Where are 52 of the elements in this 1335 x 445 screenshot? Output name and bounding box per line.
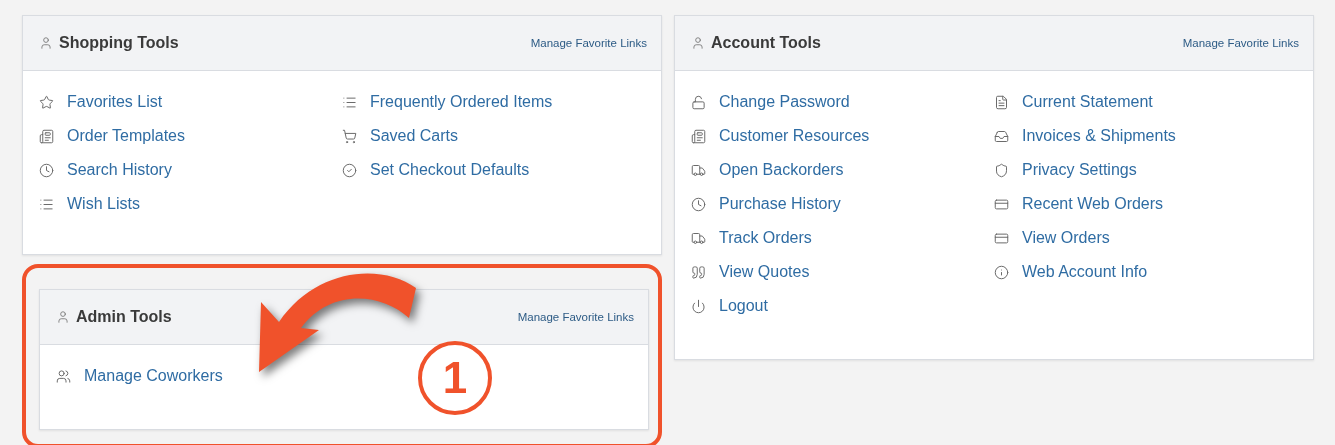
tool-link[interactable]: Manage Coworkers <box>84 367 223 385</box>
list-icon <box>39 196 54 212</box>
tool-link[interactable]: Change Password <box>719 93 850 111</box>
tool-link[interactable]: Logout <box>719 297 768 315</box>
user-icon <box>39 36 53 50</box>
tool-link[interactable]: View Quotes <box>719 263 810 281</box>
user-icon <box>56 310 70 324</box>
clock-icon <box>691 196 706 212</box>
document-icon <box>39 128 54 144</box>
tool-link[interactable]: Order Templates <box>67 127 185 145</box>
cart-icon <box>342 128 357 144</box>
manage-favorites-link[interactable]: Manage Favorite Links <box>1182 37 1299 49</box>
check-circle-icon <box>342 162 357 178</box>
document-icon <box>691 128 706 144</box>
panel-title: Shopping Tools <box>59 34 179 52</box>
tool-link[interactable]: Purchase History <box>719 195 841 213</box>
tool-link[interactable]: Saved Carts <box>370 127 459 145</box>
tool-link[interactable]: Recent Web Orders <box>1022 195 1164 213</box>
tool-link[interactable]: Current Statement <box>1022 93 1153 111</box>
list-icon <box>342 94 357 110</box>
tool-link[interactable]: Frequently Ordered Items <box>370 93 553 111</box>
manage-favorites-link[interactable]: Manage Favorite Links <box>530 37 647 49</box>
card-icon <box>994 196 1009 212</box>
panel-title: Account Tools <box>711 34 821 52</box>
card-icon <box>994 230 1009 246</box>
user-icon <box>691 36 705 50</box>
panel-title: Admin Tools <box>76 308 172 326</box>
tool-link[interactable]: View Orders <box>1022 229 1110 247</box>
star-icon <box>39 94 54 110</box>
tool-link[interactable]: Open Backorders <box>719 161 844 179</box>
clock-icon <box>39 162 54 178</box>
tool-link[interactable]: Search History <box>67 161 172 179</box>
tool-link[interactable]: Privacy Settings <box>1022 161 1137 179</box>
tool-link[interactable]: Customer Resources <box>719 127 870 145</box>
tool-link[interactable]: Wish Lists <box>67 195 140 213</box>
tool-link[interactable]: Track Orders <box>719 229 812 247</box>
truck-icon <box>691 162 706 178</box>
power-icon <box>691 298 706 314</box>
inbox-icon <box>994 128 1009 144</box>
users-icon <box>56 368 71 384</box>
manage-favorites-link[interactable]: Manage Favorite Links <box>517 311 634 323</box>
tool-link[interactable]: Favorites List <box>67 93 163 111</box>
truck-icon <box>691 230 706 246</box>
unlocked-lock-icon <box>691 94 706 110</box>
document-icon <box>994 94 1009 110</box>
tool-link[interactable]: Set Checkout Defaults <box>370 161 530 179</box>
step-number: 1 <box>418 341 492 415</box>
tool-link[interactable]: Web Account Info <box>1022 263 1148 281</box>
tool-link[interactable]: Invoices & Shipments <box>1022 127 1176 145</box>
info-icon <box>994 264 1009 280</box>
shield-icon <box>994 162 1009 178</box>
quote-icon <box>691 264 706 280</box>
